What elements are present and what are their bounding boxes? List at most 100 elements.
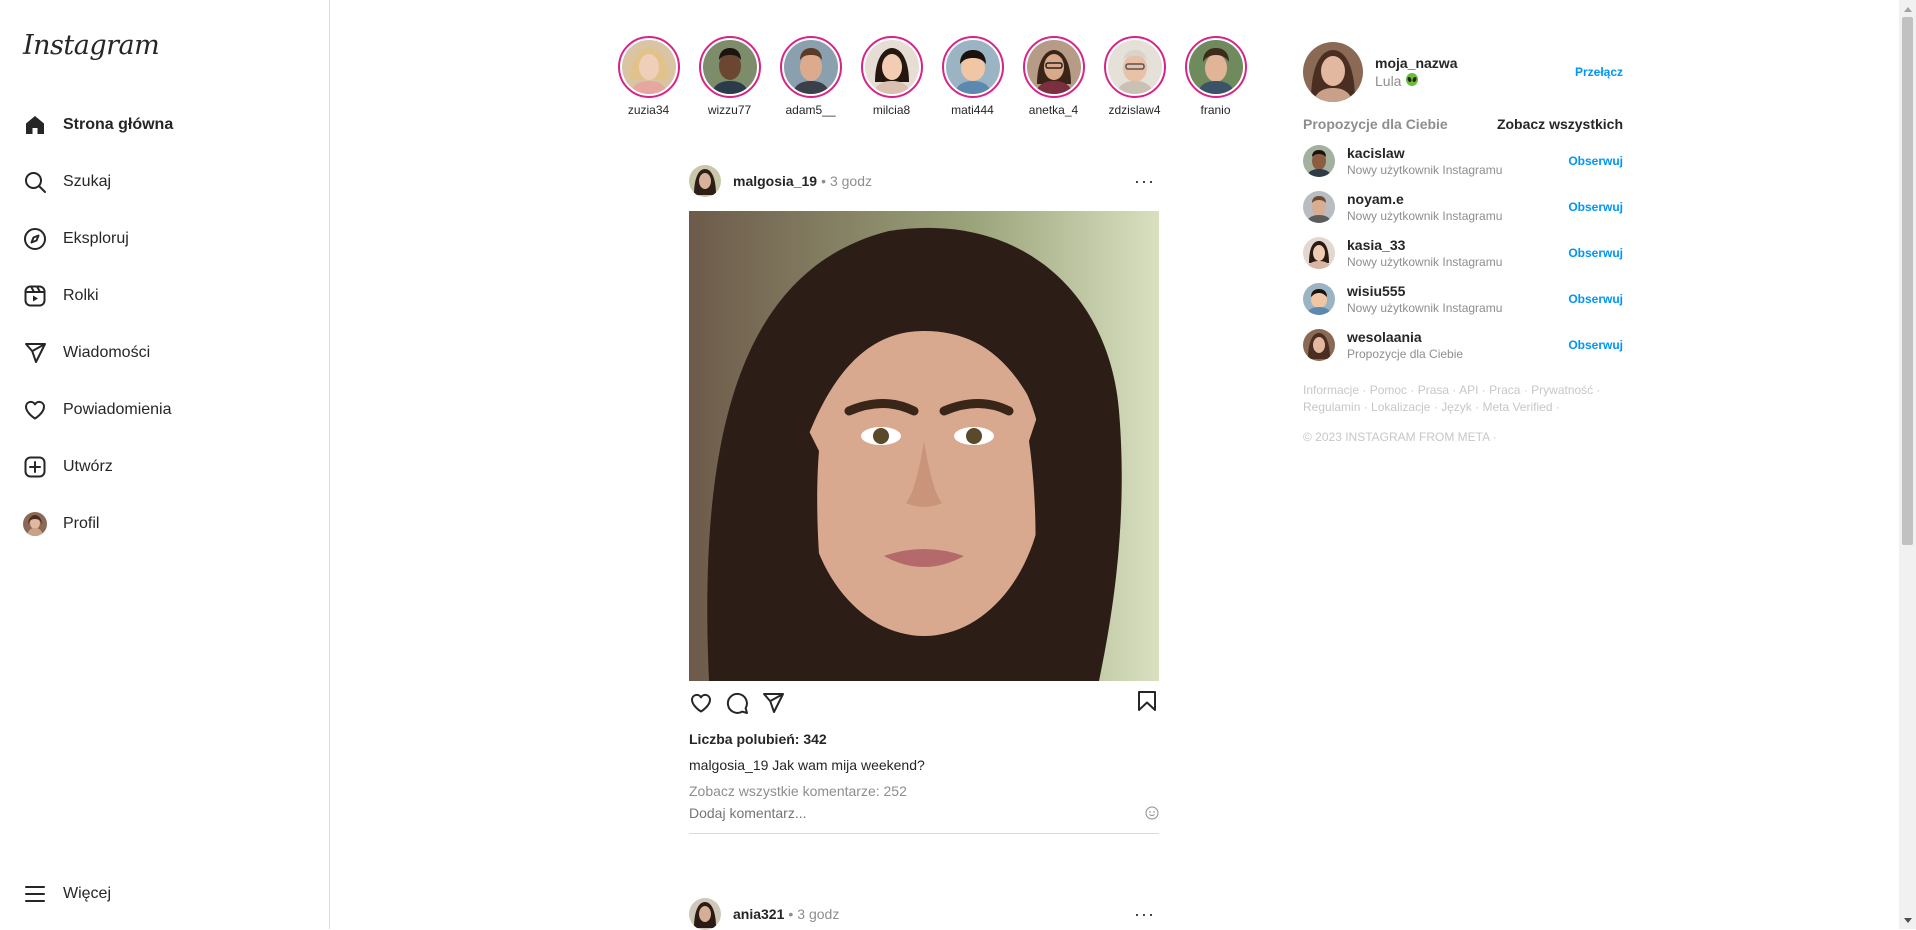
separator-dot: • xyxy=(821,173,826,189)
footer-link[interactable]: Prasa xyxy=(1418,383,1449,397)
suggestions-title: Propozycje dla Ciebie xyxy=(1303,116,1448,132)
caption-username[interactable]: malgosia_19 xyxy=(689,757,768,773)
suggestion-username[interactable]: kacislaw xyxy=(1347,145,1502,161)
caption-text: Jak wam mija weekend? xyxy=(772,757,925,773)
nav-item-notifications[interactable]: Powiadomienia xyxy=(22,381,312,438)
post-image[interactable] xyxy=(689,211,1159,681)
nav-item-home[interactable]: Strona główna xyxy=(22,96,312,153)
nav-item-label: Więcej xyxy=(63,884,112,902)
view-all-comments-link[interactable]: Zobacz wszystkie komentarze: 252 xyxy=(689,783,1159,799)
post-time[interactable]: 3 godz xyxy=(830,173,872,189)
post-author-username[interactable]: ania321 xyxy=(733,906,784,922)
post-actions xyxy=(689,681,1159,725)
footer-separator: · xyxy=(1593,383,1601,397)
share-send-icon[interactable] xyxy=(761,688,797,718)
follow-button[interactable]: Obserwuj xyxy=(1568,154,1623,168)
plus-square-icon xyxy=(22,454,48,480)
follow-button[interactable]: Obserwuj xyxy=(1568,338,1623,352)
scrollbar-thumb[interactable] xyxy=(1902,17,1913,545)
story-item[interactable]: adam5__ xyxy=(770,36,851,117)
hamburger-icon xyxy=(22,881,48,907)
nav-item-search[interactable]: Szukaj xyxy=(22,153,312,210)
story-item[interactable]: mati444 xyxy=(932,36,1013,117)
suggestion-username[interactable]: kasia_33 xyxy=(1347,237,1502,253)
suggestions-header: Propozycje dla Ciebie Zobacz wszystkich xyxy=(1303,116,1623,132)
suggestion-avatar[interactable] xyxy=(1303,283,1335,315)
footer-link[interactable]: Praca xyxy=(1489,383,1520,397)
send-icon xyxy=(22,340,48,366)
nav-item-explore[interactable]: Eksploruj xyxy=(22,210,312,267)
follow-button[interactable]: Obserwuj xyxy=(1568,246,1623,260)
follow-button[interactable]: Obserwuj xyxy=(1568,200,1623,214)
footer-link[interactable]: Język xyxy=(1441,400,1472,414)
current-user-card: moja_nazwa Lula Przełącz xyxy=(1303,42,1623,102)
more-options-icon[interactable]: ··· xyxy=(1134,904,1155,925)
post-author-avatar[interactable] xyxy=(689,898,721,930)
story-username: adam5__ xyxy=(785,103,836,117)
more-options-icon[interactable]: ··· xyxy=(1134,171,1155,192)
emoji-icon[interactable] xyxy=(1145,806,1159,820)
heart-icon xyxy=(22,397,48,423)
likes-count[interactable]: Liczba polubień: 342 xyxy=(689,731,1159,747)
footer-link[interactable]: API xyxy=(1459,383,1478,397)
suggestion-avatar[interactable] xyxy=(1303,145,1335,177)
nav-item-label: Szukaj xyxy=(63,172,112,190)
comment-input[interactable] xyxy=(689,805,1145,821)
suggestion-avatar[interactable] xyxy=(1303,329,1335,361)
story-item[interactable]: milcia8 xyxy=(851,36,932,117)
story-avatar xyxy=(1107,40,1162,94)
footer-separator: · xyxy=(1407,383,1418,397)
story-avatar xyxy=(621,40,676,94)
footer-separator: · xyxy=(1430,400,1442,414)
suggestion-subtitle: Nowy użytkownik Instagramu xyxy=(1347,255,1503,269)
current-user-avatar[interactable] xyxy=(1303,42,1363,102)
footer-link[interactable]: Pomoc xyxy=(1370,383,1407,397)
story-item[interactable]: zdzislaw4 xyxy=(1094,36,1175,117)
suggestion-username[interactable]: wisiu555 xyxy=(1347,283,1502,299)
copyright: © 2023 INSTAGRAM FROM META · xyxy=(1303,430,1497,444)
post-author-username[interactable]: malgosia_19 xyxy=(733,173,817,189)
suggestion-avatar[interactable] xyxy=(1303,237,1335,269)
suggestion-avatar[interactable] xyxy=(1303,191,1335,223)
nav-item-more[interactable]: Więcej xyxy=(22,865,312,922)
footer-separator: · xyxy=(1520,383,1532,397)
footer-link[interactable]: Regulamin xyxy=(1303,400,1360,414)
switch-account-button[interactable]: Przełącz xyxy=(1575,65,1623,79)
nav-item-profile[interactable]: Profil xyxy=(22,495,312,552)
add-comment-row xyxy=(689,805,1159,834)
suggestion-username[interactable]: wesolaania xyxy=(1347,329,1463,345)
story-item[interactable]: zuzia34 xyxy=(608,36,689,117)
right-column: moja_nazwa Lula Przełącz Propozycje dla … xyxy=(1303,42,1623,444)
scroll-up-arrow-icon[interactable] xyxy=(1899,0,1916,17)
comment-icon[interactable] xyxy=(725,688,761,718)
story-avatar xyxy=(702,40,757,94)
suggestion-subtitle: Nowy użytkownik Instagramu xyxy=(1347,301,1503,315)
footer-link[interactable]: Meta Verified xyxy=(1482,400,1552,414)
scroll-down-arrow-icon[interactable] xyxy=(1899,912,1916,929)
nav-item-create[interactable]: Utwórz xyxy=(22,438,312,495)
follow-button[interactable]: Obserwuj xyxy=(1568,292,1623,306)
bookmark-icon[interactable] xyxy=(1135,689,1159,718)
post-author-avatar[interactable] xyxy=(689,165,721,197)
suggestion-username[interactable]: noyam.e xyxy=(1347,191,1502,207)
story-item[interactable]: wizzu77 xyxy=(689,36,770,117)
suggestion-item: kasia_33 Nowy użytkownik Instagramu Obse… xyxy=(1303,230,1623,276)
story-username: zuzia34 xyxy=(627,103,670,117)
like-heart-icon[interactable] xyxy=(689,688,725,718)
instagram-logo[interactable]: Instagram xyxy=(23,30,160,61)
story-item[interactable]: anetka_4 xyxy=(1013,36,1094,117)
nav-item-messages[interactable]: Wiadomości xyxy=(22,324,312,381)
footer-links: Informacje · Pomoc · Prasa · API · Praca… xyxy=(1303,382,1633,416)
vertical-scrollbar[interactable] xyxy=(1899,0,1916,929)
nav-item-reels[interactable]: Rolki xyxy=(22,267,312,324)
suggestion-subtitle: Nowy użytkownik Instagramu xyxy=(1347,163,1503,177)
footer-link[interactable]: Informacje xyxy=(1303,383,1359,397)
current-user-username[interactable]: moja_nazwa xyxy=(1375,55,1457,71)
footer-link[interactable]: Lokalizacje xyxy=(1371,400,1430,414)
feed-post: ania321 • 3 godz ··· xyxy=(689,898,1159,930)
story-item[interactable]: franio xyxy=(1175,36,1256,117)
post-time[interactable]: 3 godz xyxy=(797,906,839,922)
footer-link[interactable]: Prywatność xyxy=(1531,383,1593,397)
nav-item-label: Eksploruj xyxy=(63,229,129,247)
see-all-button[interactable]: Zobacz wszystkich xyxy=(1497,116,1623,132)
